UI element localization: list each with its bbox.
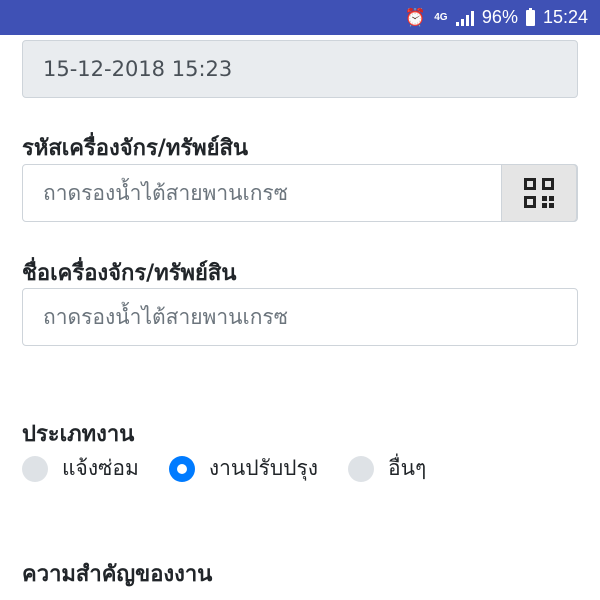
radio-unchecked-icon[interactable] (22, 455, 48, 482)
radio-label: อื่นๆ (388, 456, 427, 480)
asset-name-label: ชื่อเครื่องจักร/ทรัพย์สิน (22, 261, 237, 286)
asset-name-field[interactable]: ถาดรองน้ำไต้สายพานเกรซ (22, 288, 578, 346)
alarm-clock-icon: ⏰ (404, 8, 426, 27)
job-type-radio-group: แจ้งซ่อม งานปรับปรุง อื่นๆ (22, 452, 456, 485)
qr-scan-button[interactable] (501, 164, 577, 222)
clock-time: 15:24 (542, 7, 588, 27)
status-bar: ⏰ 4G 96% 15:24 (0, 0, 600, 35)
asset-code-value: ถาดรองน้ำไต้สายพานเกรซ (43, 180, 288, 205)
datetime-value: 15-12-2018 15:23 (43, 57, 233, 81)
radio-option-repair[interactable]: แจ้งซ่อม (22, 452, 139, 485)
job-type-label: ประเภทงาน (22, 422, 135, 447)
radio-checked-icon[interactable] (168, 455, 195, 482)
radio-label: แจ้งซ่อม (62, 456, 139, 480)
battery-percent: 96% (481, 7, 518, 27)
battery-icon (525, 7, 535, 26)
datetime-field[interactable]: 15-12-2018 15:23 (22, 40, 578, 98)
radio-option-other[interactable]: อื่นๆ (348, 452, 426, 485)
qr-code-icon (524, 178, 554, 208)
priority-label: ความสำคัญของงาน (22, 562, 213, 587)
asset-code-field[interactable]: ถาดรองน้ำไต้สายพานเกรซ (22, 164, 578, 222)
asset-code-label: รหัสเครื่องจักร/ทรัพย์สิน (22, 136, 248, 161)
asset-name-value: ถาดรองน้ำไต้สายพานเกรซ (43, 304, 288, 329)
signal-strength-icon (455, 10, 474, 26)
radio-option-improvement[interactable]: งานปรับปรุง (168, 452, 319, 485)
radio-unchecked-icon[interactable] (348, 455, 375, 482)
network-4g-icon: 4G (434, 11, 448, 23)
radio-label: งานปรับปรุง (208, 456, 319, 480)
